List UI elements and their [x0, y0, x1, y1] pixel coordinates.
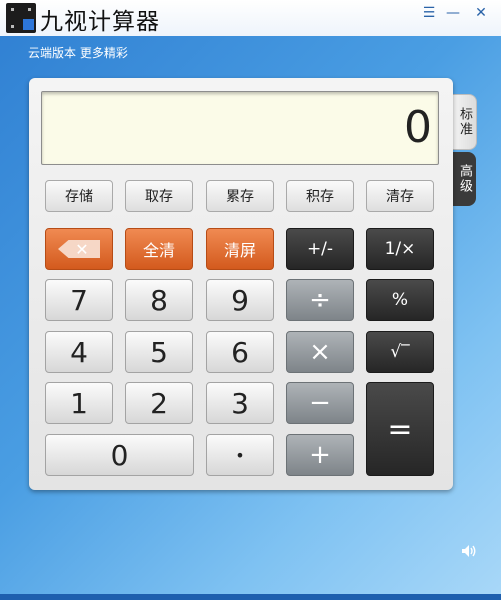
- tab-standard[interactable]: 标准: [453, 94, 477, 150]
- calculator-window: 九视计算器 ☰ — ✕ 云端版本 更多精彩 标准 高级 0 存储 取存 累存 积…: [0, 0, 501, 600]
- cloud-version-link[interactable]: 云端版本 更多精彩: [28, 44, 128, 61]
- minus-button[interactable]: −: [286, 382, 354, 424]
- backspace-button[interactable]: ✕: [45, 228, 113, 270]
- digit-6-button[interactable]: 6: [206, 331, 274, 373]
- percent-button[interactable]: %: [366, 279, 434, 321]
- display-screen: 0: [41, 91, 439, 165]
- clear-screen-button[interactable]: 清屏: [206, 228, 274, 270]
- app-logo-icon: [6, 3, 36, 33]
- plus-button[interactable]: +: [286, 434, 354, 476]
- digit-4-button[interactable]: 4: [45, 331, 113, 373]
- title-bar: 九视计算器 ☰ — ✕: [0, 0, 501, 36]
- minimize-button[interactable]: —: [442, 4, 464, 22]
- divide-button[interactable]: ÷: [286, 279, 354, 321]
- sign-toggle-button[interactable]: +/-: [286, 228, 354, 270]
- tab-advanced[interactable]: 高级: [453, 152, 476, 206]
- memory-multiply-button[interactable]: 积存: [286, 180, 354, 212]
- speaker-icon[interactable]: [461, 544, 477, 562]
- memory-add-button[interactable]: 累存: [206, 180, 274, 212]
- bottom-strip: [0, 594, 501, 600]
- multiply-button[interactable]: ×: [286, 331, 354, 373]
- digit-0-button[interactable]: 0: [45, 434, 194, 476]
- calculator-panel: 0 存储 取存 累存 积存 清存 ✕ 全清 清屏 +/- 1/× 7 8 9 ÷…: [29, 78, 453, 490]
- display-value: 0: [404, 102, 432, 153]
- memory-clear-button[interactable]: 清存: [366, 180, 434, 212]
- backspace-icon: ✕: [58, 240, 100, 258]
- digit-1-button[interactable]: 1: [45, 382, 113, 424]
- memory-recall-button[interactable]: 取存: [125, 180, 193, 212]
- all-clear-button[interactable]: 全清: [125, 228, 193, 270]
- close-button[interactable]: ✕: [470, 4, 492, 22]
- equals-button[interactable]: =: [366, 382, 434, 476]
- square-root-button[interactable]: √‾: [366, 331, 434, 373]
- decimal-point-button[interactable]: •: [206, 434, 274, 476]
- digit-2-button[interactable]: 2: [125, 382, 193, 424]
- digit-8-button[interactable]: 8: [125, 279, 193, 321]
- digit-3-button[interactable]: 3: [206, 382, 274, 424]
- menu-icon[interactable]: ☰: [418, 4, 440, 22]
- memory-store-button[interactable]: 存储: [45, 180, 113, 212]
- reciprocal-button[interactable]: 1/×: [366, 228, 434, 270]
- digit-5-button[interactable]: 5: [125, 331, 193, 373]
- digit-7-button[interactable]: 7: [45, 279, 113, 321]
- digit-9-button[interactable]: 9: [206, 279, 274, 321]
- window-title: 九视计算器: [40, 9, 160, 35]
